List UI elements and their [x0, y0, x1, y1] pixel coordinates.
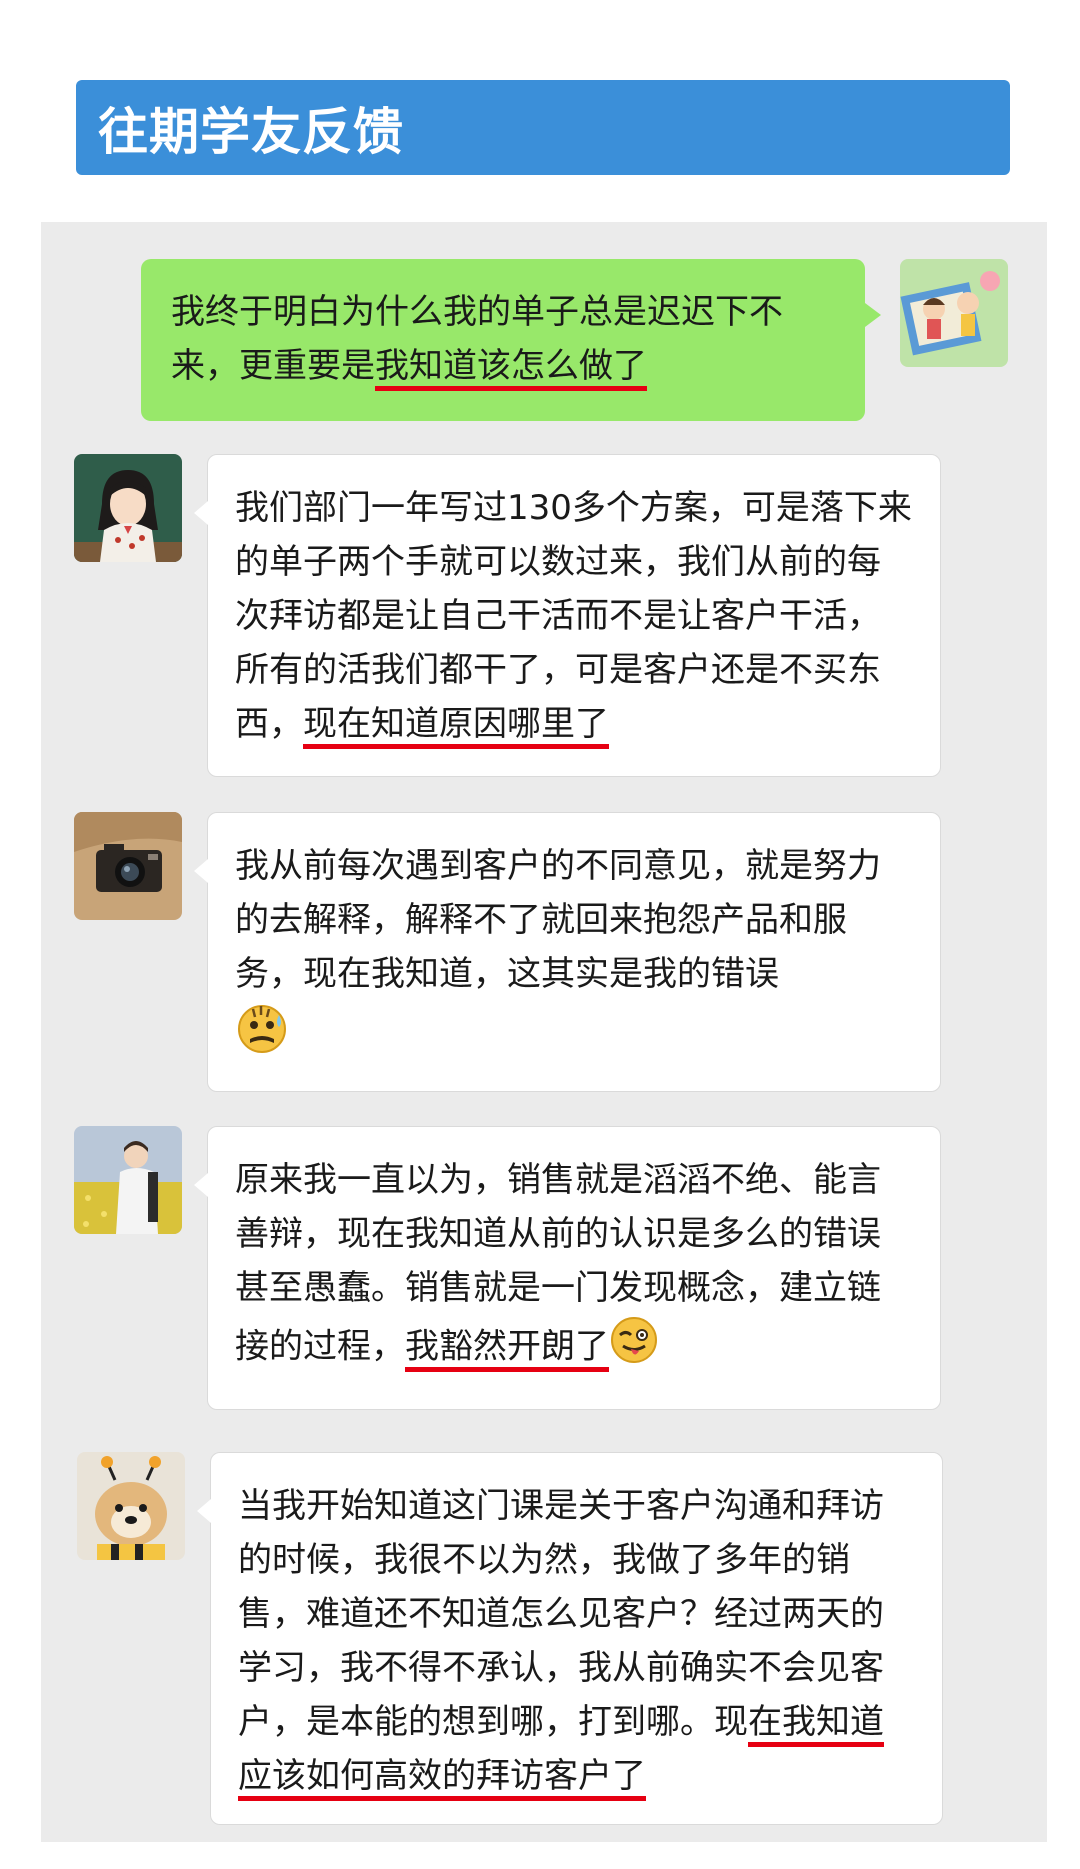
winking-tongue-icon: [611, 1317, 657, 1363]
sweating-face-emoji: [235, 1001, 289, 1071]
incoming-message-bubble: 我从前每次遇到客户的不同意见，就是努力的去解释，解释不了就回来抱怨产品和服务，现…: [194, 812, 941, 1092]
incoming-message-bubble: 我们部门一年写过130多个方案，可是落下来的单子两个手就可以数过来，我们从前的每…: [194, 454, 941, 777]
vintage-camera-icon: [74, 812, 182, 920]
highlighted-text: 我知道该怎么做了: [375, 346, 647, 386]
incoming-message-bubble: 当我开始知道这门课是关于客户沟通和拜访的时候，我很不以为然，我做了多年的销售，难…: [197, 1452, 943, 1825]
avatar[interactable]: [74, 812, 182, 920]
man-in-flower-field-icon: [74, 1126, 182, 1234]
section-title: 往期学友反馈: [98, 102, 404, 161]
sweating-face-icon: [238, 1005, 286, 1053]
dog-with-bee-antennae-icon: [77, 1452, 185, 1560]
avatar[interactable]: [74, 1126, 182, 1234]
cartoon-kids-picnic-icon: [900, 259, 1008, 367]
avatar[interactable]: [74, 454, 182, 562]
girl-at-blackboard-icon: [74, 454, 182, 562]
highlighted-text: 现在知道原因哪里了: [303, 704, 609, 744]
outgoing-message-bubble: 我终于明白为什么我的单子总是迟迟下不来，更重要是我知道该怎么做了: [141, 259, 881, 421]
section-header-banner: 往期学友反馈: [76, 80, 1010, 175]
highlighted-text: 我豁然开朗了: [405, 1326, 609, 1367]
message-text: 我从前每次遇到客户的不同意见，就是努力的去解释，解释不了就回来抱怨产品和服务，现…: [235, 846, 881, 994]
avatar[interactable]: [77, 1452, 185, 1560]
avatar[interactable]: [900, 259, 1008, 367]
incoming-message-bubble: 原来我一直以为，销售就是滔滔不绝、能言善辩，现在我知道从前的认识是多么的错误甚至…: [194, 1126, 941, 1410]
winking-tongue-emoji: [609, 1315, 659, 1381]
